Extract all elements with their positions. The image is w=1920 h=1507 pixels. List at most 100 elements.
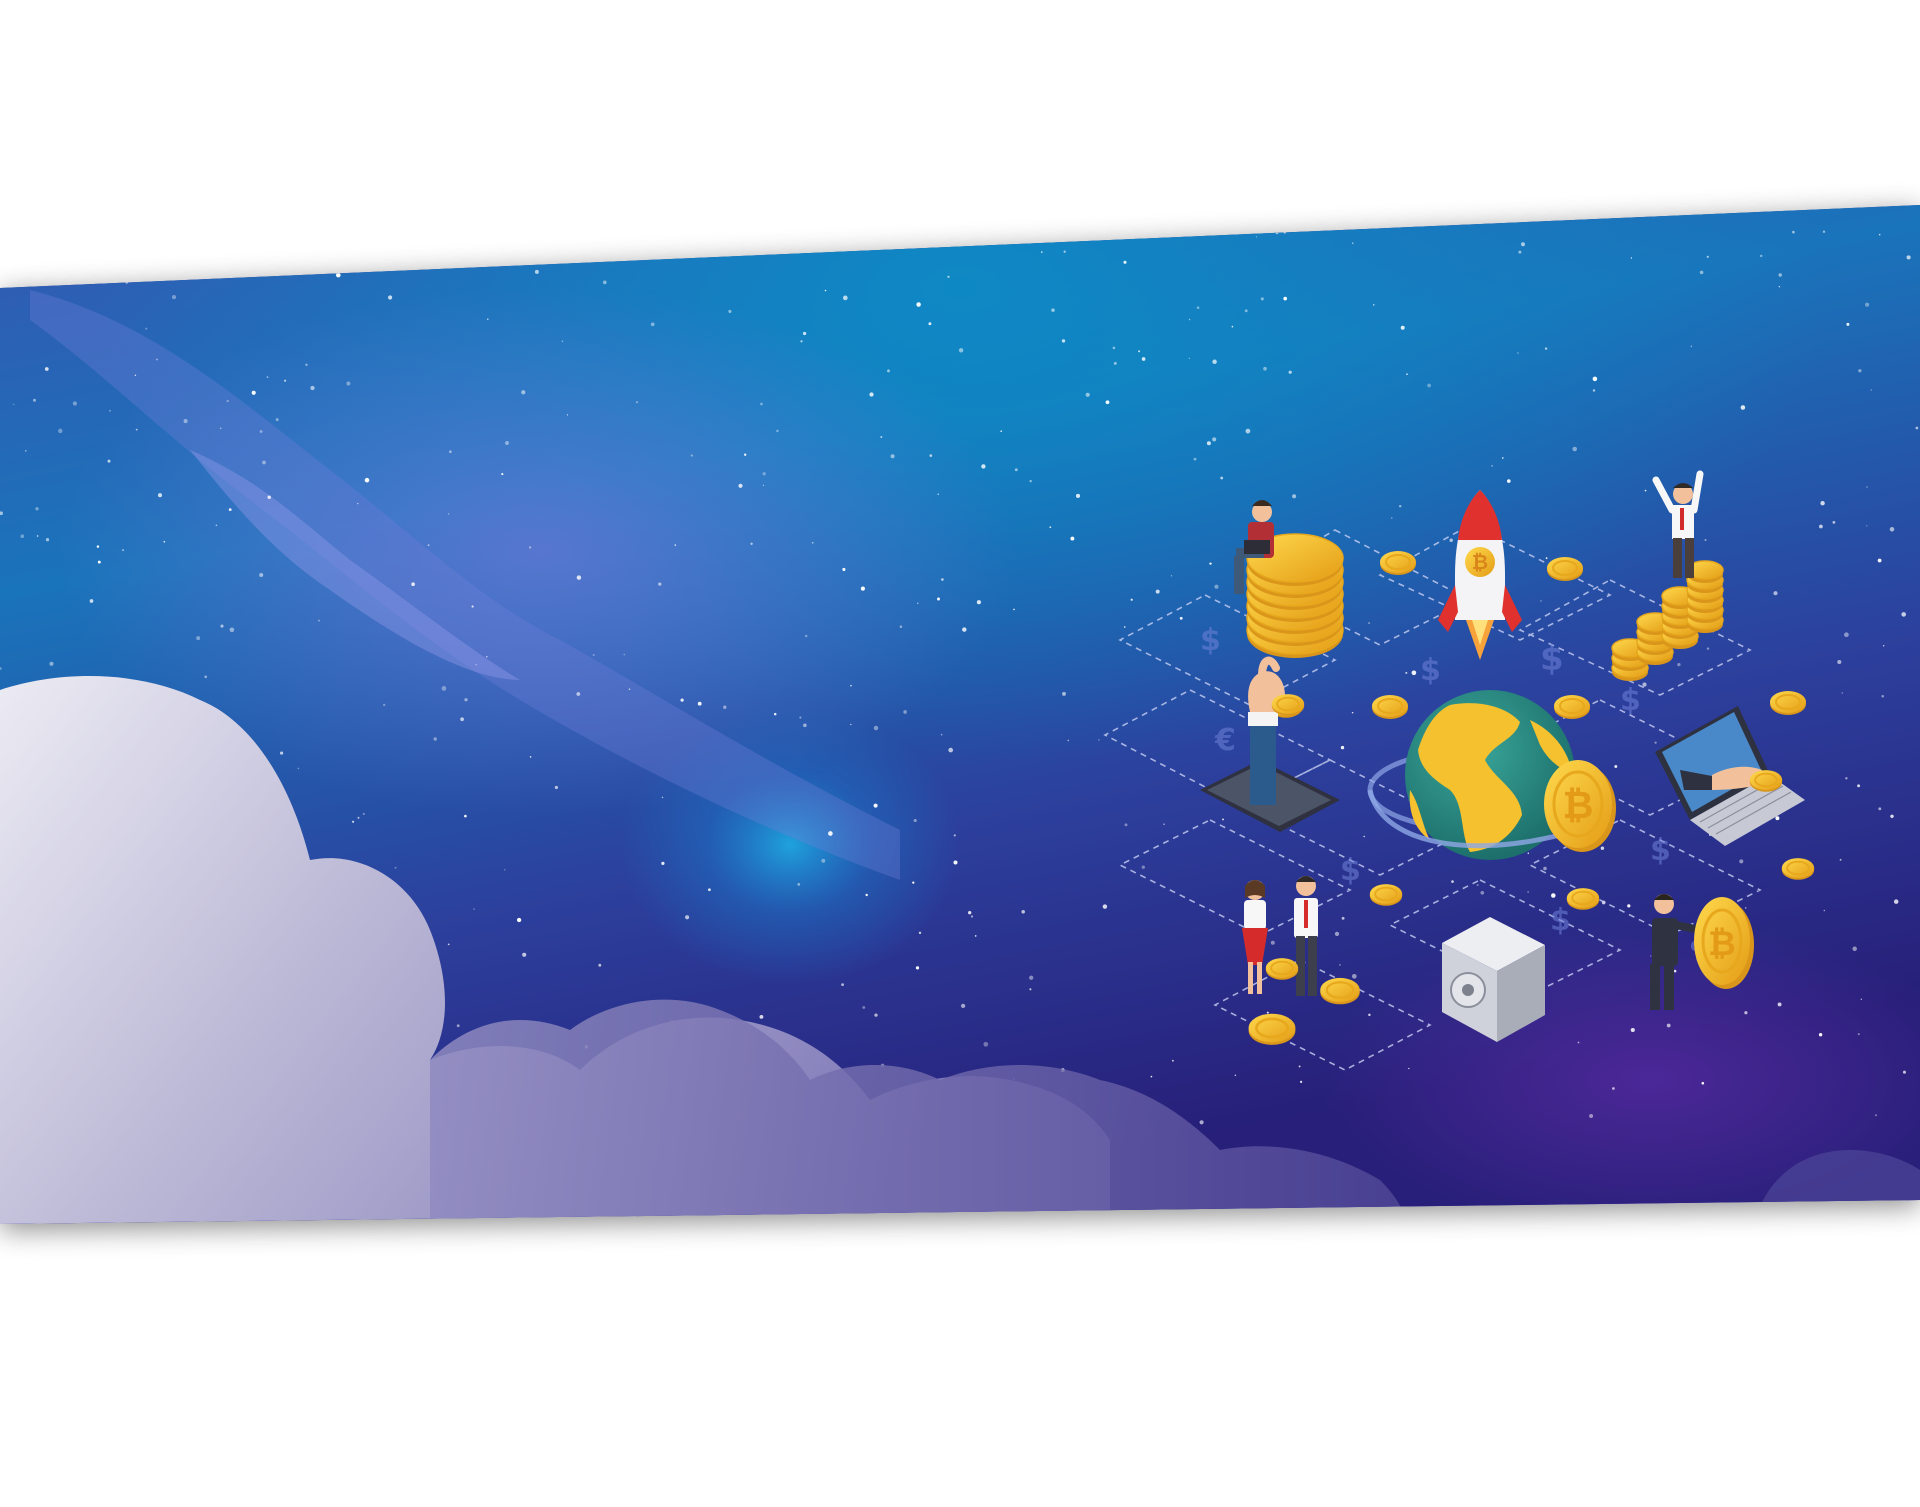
star <box>759 1014 764 1019</box>
star <box>762 484 765 486</box>
star <box>1521 242 1525 247</box>
star <box>1852 946 1857 952</box>
star <box>1188 357 1191 359</box>
star <box>1368 1013 1371 1017</box>
svg-text:$: $ <box>1540 639 1564 679</box>
star <box>1845 777 1848 780</box>
svg-text:$: $ <box>1420 653 1441 688</box>
star <box>1839 858 1842 861</box>
star <box>1212 437 1217 442</box>
star <box>680 698 684 702</box>
star <box>981 464 986 469</box>
star <box>145 327 148 330</box>
star <box>801 238 806 243</box>
star <box>650 322 655 327</box>
star <box>1427 383 1431 388</box>
star <box>983 1041 989 1047</box>
star <box>33 398 36 402</box>
star <box>1193 457 1197 461</box>
star <box>661 796 664 799</box>
star <box>1188 318 1191 321</box>
star <box>1600 846 1605 850</box>
star <box>554 785 558 790</box>
star <box>824 289 827 292</box>
star <box>873 803 878 808</box>
rocket-coin-symbol: ₿ <box>1472 550 1488 574</box>
star <box>125 281 128 284</box>
star <box>528 546 532 549</box>
star <box>804 634 808 638</box>
star <box>1837 659 1842 665</box>
star <box>958 348 964 353</box>
star <box>850 684 852 687</box>
star <box>842 295 848 301</box>
star <box>1155 589 1160 594</box>
star <box>449 450 452 453</box>
star <box>916 302 921 307</box>
star <box>1773 591 1778 596</box>
star <box>433 737 437 741</box>
star <box>25 255 29 259</box>
star <box>157 493 163 498</box>
star <box>1179 616 1183 620</box>
star <box>464 698 468 702</box>
star <box>1866 486 1868 488</box>
star <box>1141 865 1145 869</box>
star <box>799 716 802 719</box>
star <box>1351 242 1354 245</box>
star <box>1270 940 1275 945</box>
star <box>24 449 27 452</box>
star <box>974 935 977 937</box>
star <box>1000 430 1002 432</box>
star <box>394 866 397 869</box>
star <box>968 911 972 915</box>
svg-text:$: $ <box>1620 683 1641 718</box>
star <box>708 888 711 892</box>
star <box>1170 575 1173 577</box>
star <box>850 723 852 726</box>
star <box>471 605 474 608</box>
star <box>723 705 727 709</box>
star <box>873 725 879 731</box>
star <box>486 655 488 658</box>
star <box>937 493 939 495</box>
night-sky-background: $ $ $ € $ $ $ $ % € <box>0 205 1920 1224</box>
star <box>633 254 636 256</box>
star <box>598 963 602 967</box>
star <box>1545 557 1548 559</box>
star <box>305 363 308 366</box>
star <box>1778 273 1782 277</box>
star <box>887 369 890 373</box>
star <box>318 619 320 622</box>
star <box>49 661 54 666</box>
svg-text:$: $ <box>1200 623 1221 658</box>
star <box>1877 558 1882 563</box>
star <box>1231 325 1234 328</box>
star <box>1823 909 1826 912</box>
star <box>1292 494 1297 499</box>
star <box>828 831 833 836</box>
star <box>924 237 927 240</box>
star <box>1857 1033 1860 1036</box>
star <box>803 723 807 728</box>
star <box>447 943 450 946</box>
star <box>215 524 218 527</box>
star <box>220 624 224 628</box>
star <box>505 441 509 445</box>
star <box>109 409 111 412</box>
svg-text:$: $ <box>1550 903 1571 938</box>
star <box>456 1024 460 1028</box>
star <box>1844 632 1849 638</box>
star <box>1141 357 1146 361</box>
star <box>970 915 974 918</box>
star <box>226 399 229 403</box>
star <box>1857 784 1861 788</box>
star <box>1480 890 1485 895</box>
star <box>1138 350 1141 353</box>
star <box>1614 765 1618 768</box>
star <box>762 472 766 476</box>
star <box>1666 1023 1671 1028</box>
star <box>1260 297 1264 301</box>
star <box>475 663 477 666</box>
star <box>1677 662 1681 667</box>
